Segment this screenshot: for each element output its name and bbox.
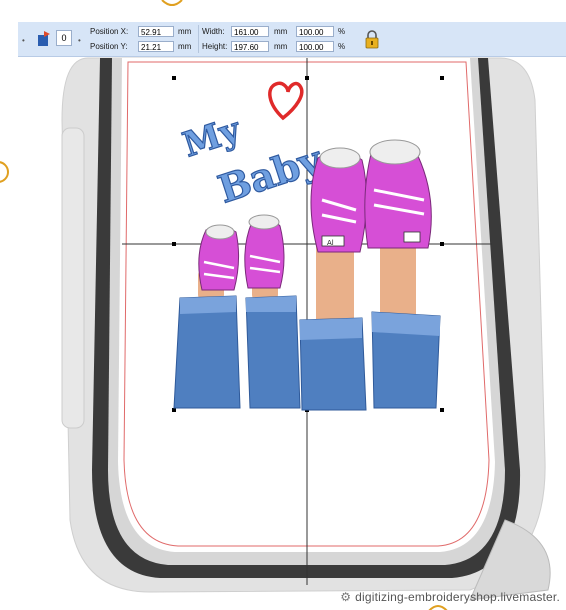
selection-handle-w[interactable] xyxy=(172,242,176,246)
shoe-tag-label: Al xyxy=(327,239,334,247)
selection-handle-ne[interactable] xyxy=(440,76,444,80)
hoop-left-clip xyxy=(61,127,85,429)
gear-icon: ⚙ xyxy=(340,590,352,604)
selection-handle-nw[interactable] xyxy=(172,76,176,80)
watermark-text: digitizing-embroideryshop.livemaster. xyxy=(355,590,560,604)
selection-handle-sw[interactable] xyxy=(172,408,176,412)
selection-handle-e[interactable] xyxy=(440,242,444,246)
selection-handle-se[interactable] xyxy=(440,408,444,412)
edge-accent-arc-top xyxy=(161,0,183,6)
design-canvas[interactable]: My Baby Al xyxy=(0,0,566,610)
watermark: ⚙ digitizing-embroideryshop.livemaster. xyxy=(340,590,560,604)
edge-accent-dot xyxy=(0,161,9,183)
edge-accent-arc-bottom xyxy=(428,605,448,610)
selection-handle-n[interactable] xyxy=(305,76,309,80)
